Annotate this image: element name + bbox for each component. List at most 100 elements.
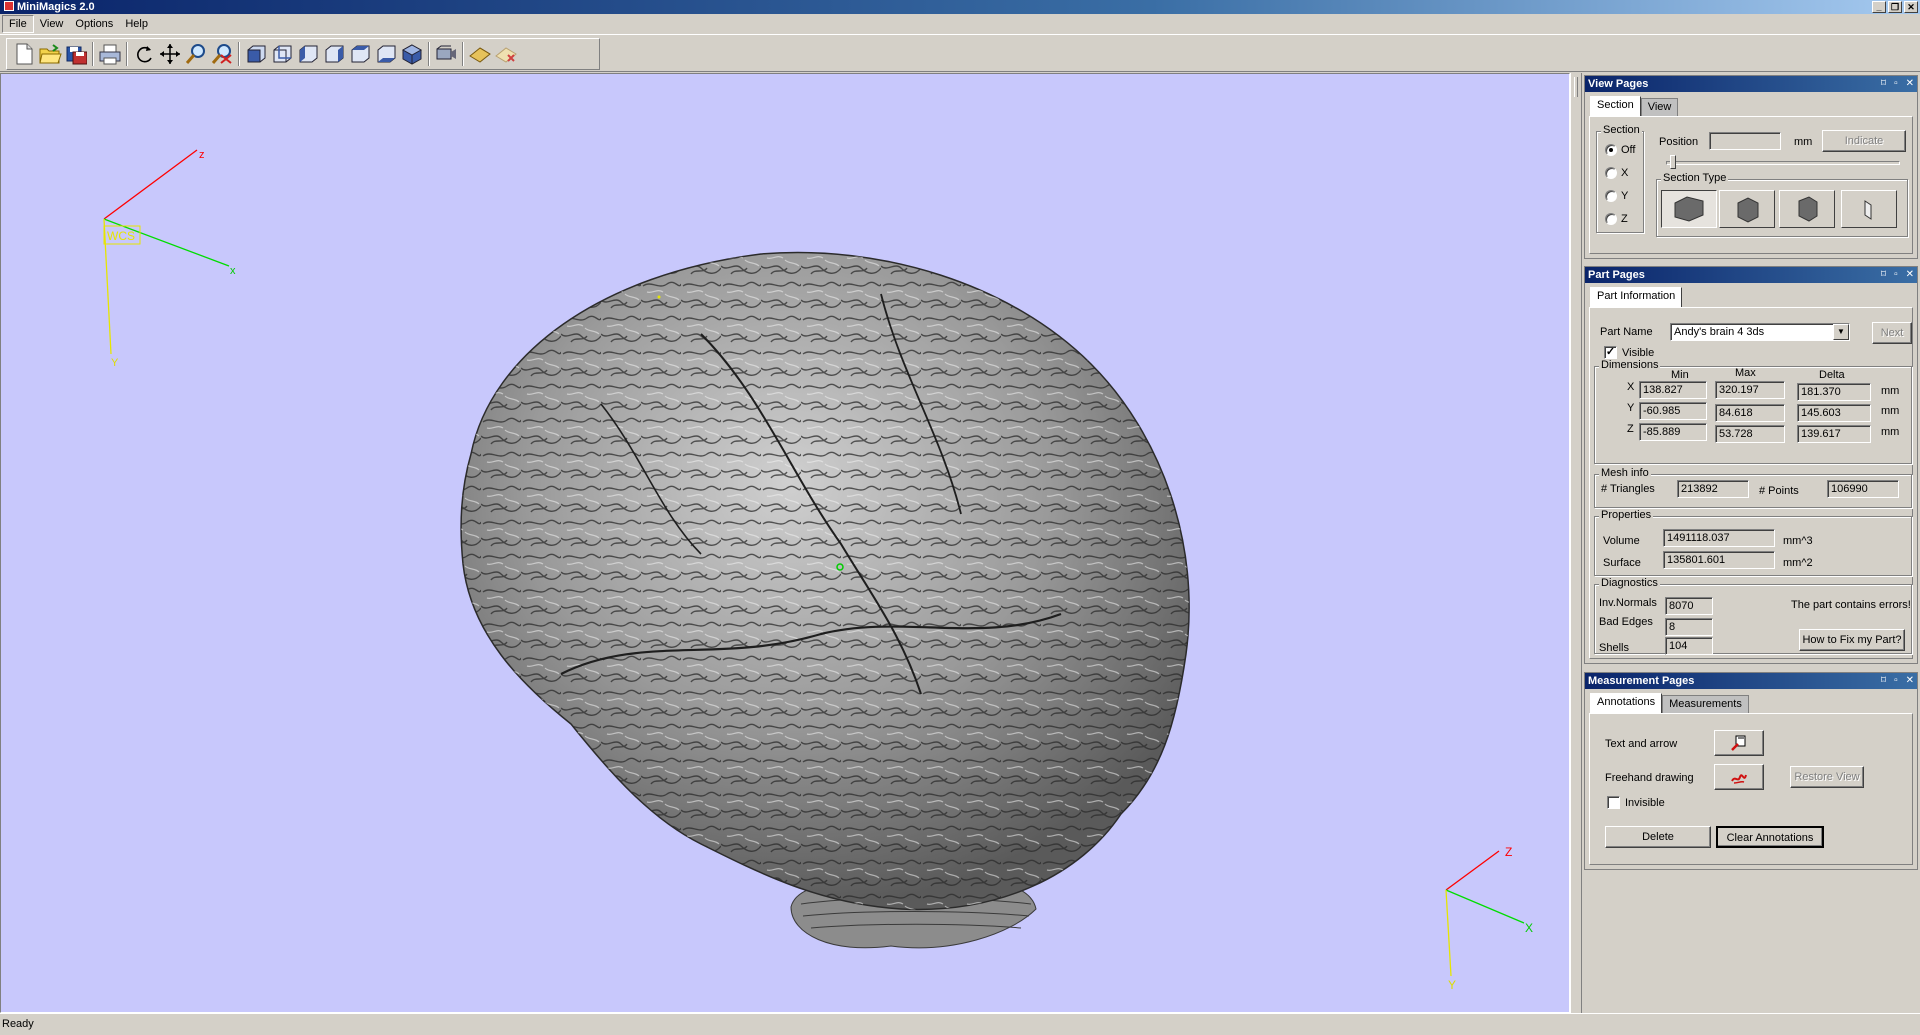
section-z-label: Z: [1621, 213, 1628, 225]
panel-close-icon[interactable]: ✕: [1906, 76, 1914, 92]
close-button[interactable]: ✕: [1904, 1, 1918, 13]
view-front-icon[interactable]: [243, 41, 269, 67]
3d-viewport[interactable]: z x Y WCS Z X Y: [0, 73, 1570, 1013]
volume-unit: mm^3: [1783, 535, 1813, 547]
print-icon[interactable]: [97, 41, 123, 67]
section-y-radio[interactable]: [1605, 190, 1617, 202]
panel-close-icon[interactable]: ✕: [1906, 673, 1914, 689]
position-slider-track[interactable]: [1666, 161, 1900, 165]
indicate-button-label: Indicate: [1844, 135, 1884, 147]
section-type-plane-button[interactable]: [1841, 190, 1897, 228]
add-annotation-icon[interactable]: [467, 41, 493, 67]
dimensions-group: Dimensions Min Max Delta X 138.827 320.1…: [1594, 359, 1912, 464]
part-pages-title: Part Pages: [1588, 269, 1645, 281]
section-z-radio[interactable]: [1605, 213, 1617, 225]
dim-x-min: 138.827: [1639, 381, 1707, 399]
tab-measurements[interactable]: Measurements: [1662, 695, 1749, 713]
panel-pin-icon[interactable]: ⌑: [1881, 267, 1886, 283]
inv-normals-label: Inv.Normals: [1599, 597, 1657, 609]
corner-axis-label-y: Y: [1448, 978, 1456, 992]
next-part-button[interactable]: Next: [1872, 322, 1912, 344]
restore-view-button[interactable]: Restore View: [1790, 766, 1864, 788]
points-value: 106990: [1827, 480, 1899, 498]
volume-label: Volume: [1603, 535, 1640, 547]
restore-button[interactable]: ❐: [1888, 1, 1902, 13]
surface-value: 135801.601: [1663, 551, 1775, 569]
brain-model[interactable]: [460, 251, 1190, 949]
invisible-label: Invisible: [1625, 797, 1665, 809]
visible-checkbox[interactable]: ✓: [1604, 346, 1617, 359]
panel-pin-icon[interactable]: ⌑: [1881, 76, 1886, 92]
indicate-button[interactable]: Indicate: [1822, 130, 1906, 152]
rotate-icon[interactable]: [131, 41, 157, 67]
how-to-fix-button[interactable]: How to Fix my Part?: [1799, 629, 1905, 651]
view-back-icon[interactable]: [269, 41, 295, 67]
section-type-cut-button[interactable]: [1719, 190, 1775, 228]
panel-close-icon[interactable]: ✕: [1906, 267, 1914, 283]
dim-row-z-axis: Z: [1627, 423, 1634, 435]
dim-x-max: 320.197: [1715, 381, 1785, 399]
tab-annotations[interactable]: Annotations: [1590, 693, 1663, 713]
section-type-half-button[interactable]: [1779, 190, 1835, 228]
view-iso-icon[interactable]: [399, 41, 425, 67]
pan-icon[interactable]: [157, 41, 183, 67]
status-text: Ready: [2, 1018, 34, 1030]
axis-label-x: x: [230, 265, 236, 277]
toolbar: [0, 34, 1920, 72]
next-button-label: Next: [1880, 327, 1904, 339]
tab-section[interactable]: Section: [1590, 96, 1641, 116]
inv-normals-value: 8070: [1665, 597, 1713, 615]
tab-part-information[interactable]: Part Information: [1590, 287, 1683, 307]
save-icon[interactable]: [63, 41, 89, 67]
menu-file[interactable]: File: [2, 15, 34, 33]
position-slider-thumb[interactable]: [1670, 155, 1676, 169]
chevron-down-icon[interactable]: ▼: [1833, 324, 1849, 340]
part-info-tab-body: Part Name Andy's brain 4 3ds ▼ Next ✓ Vis…: [1589, 307, 1913, 659]
mesh-info-group: Mesh info # Triangles 213892 # Points 10…: [1594, 467, 1912, 508]
panel-pin-icon[interactable]: ⌑: [1881, 673, 1886, 689]
mesh-info-label: Mesh info: [1599, 467, 1651, 479]
zoom-window-icon[interactable]: [209, 41, 235, 67]
dim-z-min: -85.889: [1639, 423, 1707, 441]
bad-edges-value: 8: [1665, 618, 1713, 636]
view-right-icon[interactable]: [321, 41, 347, 67]
new-file-icon[interactable]: [11, 41, 37, 67]
clear-annotations-button[interactable]: Clear Annotations: [1716, 826, 1824, 848]
clear-annotations-label: Clear Annotations: [1726, 832, 1814, 844]
dim-header-max: Max: [1735, 367, 1756, 379]
delete-button[interactable]: Delete: [1605, 826, 1711, 848]
section-off-radio[interactable]: [1605, 144, 1617, 156]
minimize-button[interactable]: _: [1872, 1, 1886, 13]
freehand-drawing-button[interactable]: [1714, 764, 1764, 790]
surface-unit: mm^2: [1783, 557, 1813, 569]
tab-view[interactable]: View: [1640, 98, 1679, 116]
view-bottom-icon[interactable]: [373, 41, 399, 67]
menu-options[interactable]: Options: [69, 16, 119, 32]
open-folder-icon[interactable]: [37, 41, 63, 67]
panel-menu-icon[interactable]: ▫: [1894, 76, 1898, 92]
position-label: Position: [1659, 136, 1699, 148]
view-left-icon[interactable]: [295, 41, 321, 67]
dim-z-delta: 139.617: [1797, 425, 1871, 443]
view-top-icon[interactable]: [347, 41, 373, 67]
dim-z-max: 53.728: [1715, 425, 1785, 443]
view-perspective-icon[interactable]: [433, 41, 459, 67]
remove-annotation-icon[interactable]: [493, 41, 519, 67]
menu-view[interactable]: View: [34, 16, 70, 32]
menu-help[interactable]: Help: [119, 16, 154, 32]
diagnostics-label: Diagnostics: [1599, 577, 1660, 589]
section-type-solid-button[interactable]: [1661, 190, 1717, 228]
section-group-label: Section: [1601, 124, 1642, 136]
invisible-checkbox[interactable]: [1607, 796, 1620, 809]
text-arrow-button[interactable]: [1714, 730, 1764, 756]
app-title: MiniMagics 2.0: [17, 1, 95, 13]
panel-splitter[interactable]: [1570, 73, 1582, 1013]
corner-axis-label-x: X: [1525, 921, 1533, 935]
position-spinner[interactable]: [1709, 132, 1781, 150]
part-name-select[interactable]: Andy's brain 4 3ds ▼: [1670, 323, 1850, 341]
zoom-icon[interactable]: [183, 41, 209, 67]
panel-menu-icon[interactable]: ▫: [1894, 267, 1898, 283]
panel-menu-icon[interactable]: ▫: [1894, 673, 1898, 689]
section-off-label: Off: [1621, 144, 1636, 156]
section-x-radio[interactable]: [1605, 167, 1617, 179]
